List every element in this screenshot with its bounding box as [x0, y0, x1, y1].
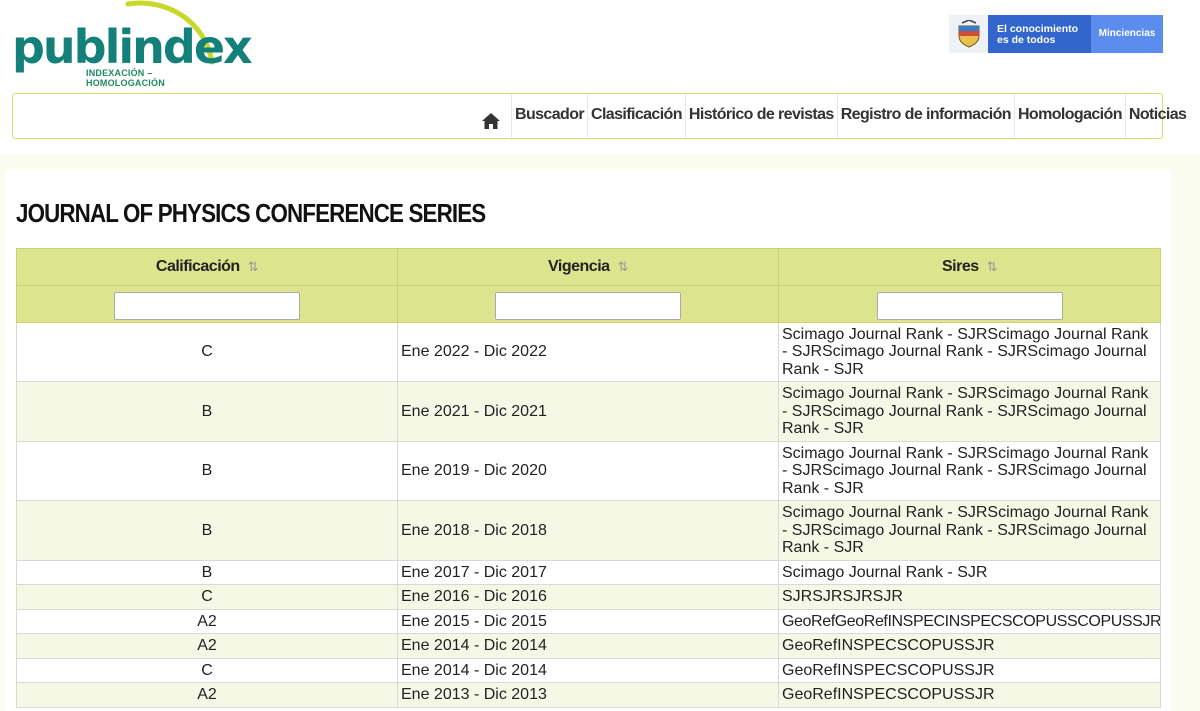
cell-vigencia: Ene 2019 - Dic 2020: [397, 441, 779, 501]
column-header-calificacion[interactable]: Calificación ⇅: [16, 248, 398, 286]
colombia-shield-icon: [949, 15, 988, 53]
cell-vigencia: Ene 2016 - Dic 2016: [397, 584, 779, 610]
cell-calificacion: C: [16, 322, 398, 382]
cell-vigencia: Ene 2015 - Dic 2015: [397, 609, 779, 634]
cell-sires: Scimago Journal Rank - SJR: [778, 560, 1161, 585]
cell-sires: Scimago Journal Rank - SJRScimago Journa…: [778, 500, 1161, 561]
cell-sires: GeoRefINSPECSCOPUSSJR: [778, 682, 1161, 708]
column-header-vigencia[interactable]: Vigencia ⇅: [397, 248, 779, 286]
cell-vigencia: Ene 2022 - Dic 2022: [397, 322, 779, 382]
cell-vigencia: Ene 2014 - Dic 2014: [397, 658, 779, 683]
filter-input-sires[interactable]: [876, 291, 1063, 320]
main-navbar: Buscador Clasificación Histórico de revi…: [12, 93, 1187, 140]
nav-item-registro-informacion[interactable]: Registro de información: [836, 94, 1014, 140]
table-row[interactable]: A2 Ene 2013 - Dic 2013 GeoRefINSPECSCOPU…: [16, 682, 1161, 708]
cell-sires: GeoRefINSPECSCOPUSSJR: [778, 633, 1161, 659]
publindex-logo[interactable]: publindex INDEXACIÓN – HOMOLOGACIÓN: [10, 0, 253, 88]
table-row[interactable]: A2 Ene 2014 - Dic 2014 GeoRefINSPECSCOPU…: [16, 633, 1161, 659]
filter-input-vigencia[interactable]: [495, 291, 681, 320]
filter-input-calificacion[interactable]: [114, 291, 300, 320]
nav-item-buscador[interactable]: Buscador: [511, 94, 587, 140]
cell-calificacion: A2: [16, 633, 398, 659]
cell-calificacion: C: [16, 584, 398, 610]
cell-calificacion: B: [16, 441, 398, 501]
sort-icon[interactable]: ⇅: [248, 259, 259, 274]
nav-item-clasificacion[interactable]: Clasificación: [587, 94, 685, 140]
table-row[interactable]: B Ene 2021 - Dic 2021 Scimago Journal Ra…: [16, 381, 1161, 442]
table-row[interactable]: C Ene 2014 - Dic 2014 GeoRefINSPECSCOPUS…: [16, 658, 1161, 683]
logo-subtitle: INDEXACIÓN – HOMOLOGACIÓN: [86, 68, 165, 88]
nav-item-historico-revistas[interactable]: Histórico de revistas: [684, 94, 837, 140]
cell-calificacion: B: [16, 500, 398, 561]
home-icon[interactable]: [473, 104, 509, 138]
cell-vigencia: Ene 2017 - Dic 2017: [397, 560, 779, 585]
filter-cell: [397, 285, 779, 323]
site-header: publindex INDEXACIÓN – HOMOLOGACIÓN El c…: [0, 0, 1200, 155]
cell-calificacion: B: [16, 560, 398, 585]
column-label-sires: Sires: [941, 258, 979, 275]
column-header-sires[interactable]: Sires ⇅: [778, 248, 1161, 286]
gov-slogan-line2: es de todos: [997, 34, 1056, 46]
cell-sires: Scimago Journal Rank - SJRScimago Journa…: [778, 441, 1161, 501]
cell-vigencia: Ene 2014 - Dic 2014: [397, 633, 779, 659]
government-banner[interactable]: El conocimiento es de todos Minciencias: [949, 15, 1163, 53]
ministry-label: Minciencias: [1091, 15, 1163, 53]
cell-vigencia: Ene 2013 - Dic 2013: [397, 682, 779, 708]
logo-wordmark: publindex: [12, 20, 253, 74]
sort-icon[interactable]: ⇅: [987, 259, 998, 274]
cell-calificacion: A2: [16, 609, 398, 634]
cell-calificacion: B: [16, 381, 398, 442]
cell-sires: SJRSJRSJRSJR: [778, 584, 1161, 610]
nav-menu: Buscador Clasificación Histórico de revi…: [511, 94, 1189, 140]
table-row[interactable]: C Ene 2016 - Dic 2016 SJRSJRSJRSJR: [16, 584, 1161, 610]
column-label-calificacion: Calificación: [155, 258, 240, 275]
table-row[interactable]: A2 Ene 2015 - Dic 2015 GeoRefGeoRefINSPE…: [16, 609, 1161, 634]
gov-slogan: El conocimiento es de todos: [988, 15, 1091, 53]
nav-item-noticias[interactable]: Noticias: [1124, 94, 1189, 140]
page-title: JOURNAL OF PHYSICS CONFERENCE SERIES: [16, 198, 486, 228]
column-label-vigencia: Vigencia: [548, 258, 610, 275]
table-row[interactable]: C Ene 2022 - Dic 2022 Scimago Journal Ra…: [16, 322, 1161, 382]
cell-sires: Scimago Journal Rank - SJRScimago Journa…: [778, 322, 1161, 382]
cell-vigencia: Ene 2018 - Dic 2018: [397, 500, 779, 561]
cell-vigencia: Ene 2021 - Dic 2021: [397, 381, 779, 442]
table-row[interactable]: B Ene 2019 - Dic 2020 Scimago Journal Ra…: [16, 441, 1161, 501]
sort-icon[interactable]: ⇅: [618, 259, 629, 274]
cell-sires: Scimago Journal Rank - SJRScimago Journa…: [778, 381, 1161, 442]
classification-table: Calificación ⇅ Vigencia ⇅ Sires ⇅ C Ene 202…: [16, 248, 1161, 708]
cell-sires: GeoRefGeoRefINSPECINSPECSCOPUSSCOPUSSJRS…: [778, 609, 1161, 634]
nav-item-homologacion[interactable]: Homologación: [1013, 94, 1125, 140]
filter-cell: [778, 285, 1161, 323]
cell-calificacion: A2: [16, 682, 398, 708]
cell-calificacion: C: [16, 658, 398, 683]
table-row[interactable]: B Ene 2017 - Dic 2017 Scimago Journal Ra…: [16, 560, 1161, 585]
table-row[interactable]: B Ene 2018 - Dic 2018 Scimago Journal Ra…: [16, 500, 1161, 561]
cell-sires: GeoRefINSPECSCOPUSSJR: [778, 658, 1161, 683]
filter-cell: [16, 285, 398, 323]
